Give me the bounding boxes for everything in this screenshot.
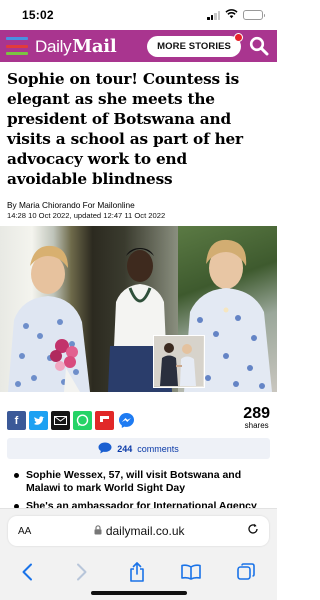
messenger-icon[interactable] xyxy=(117,411,136,430)
cellular-signal-icon xyxy=(207,10,220,20)
daily-mail-logo[interactable]: Daily Mail xyxy=(35,35,117,57)
home-indicator xyxy=(90,591,187,595)
comment-bubble-icon xyxy=(98,442,112,456)
article-headline: Sophie on tour! Countess is elegant as s… xyxy=(7,70,243,188)
article-byline: By Maria Chiorando For Mailonline xyxy=(7,200,135,210)
inset-photo-handshake[interactable] xyxy=(153,335,205,388)
article-dates: 14:28 10 Oct 2022, updated 12:47 11 Oct … xyxy=(7,211,166,220)
lock-icon xyxy=(94,524,102,538)
status-time: 15:02 xyxy=(22,8,54,22)
whatsapp-icon[interactable] xyxy=(73,411,92,430)
reload-icon[interactable] xyxy=(247,522,259,540)
browser-toolbar xyxy=(0,546,277,586)
forward-icon[interactable] xyxy=(71,561,93,583)
facebook-icon[interactable]: f xyxy=(7,411,26,430)
share-count-label: shares xyxy=(244,421,269,430)
share-icons: f xyxy=(7,411,136,430)
address-bar[interactable]: AA dailymail.co.uk xyxy=(8,516,269,546)
share-count: 289 shares xyxy=(243,406,270,430)
browser-bottom-bar: AA dailymail.co.uk xyxy=(0,508,277,600)
menu-button[interactable] xyxy=(5,35,29,57)
reader-settings-button[interactable]: AA xyxy=(18,526,31,537)
comments-label: comments xyxy=(137,443,179,454)
back-icon[interactable] xyxy=(16,561,38,583)
status-bar: 15:02 xyxy=(0,0,277,30)
battery-icon xyxy=(243,10,265,20)
email-icon[interactable] xyxy=(51,411,70,430)
logo-mail: Mail xyxy=(72,35,117,57)
logo-daily: Daily xyxy=(35,36,72,56)
flipboard-icon[interactable] xyxy=(95,411,114,430)
twitter-icon[interactable] xyxy=(29,411,48,430)
share-row: f 289 shares xyxy=(0,392,277,430)
summary-bullet: Sophie Wessex, 57, will visit Botswana a… xyxy=(14,469,269,495)
comments-count: 244 xyxy=(117,443,133,454)
site-header: Daily Mail MORE STORIES xyxy=(0,30,277,62)
share-icon[interactable] xyxy=(126,561,148,583)
wifi-icon xyxy=(225,6,238,24)
more-stories-button[interactable]: MORE STORIES xyxy=(147,32,243,57)
photo-sophie-with-student[interactable] xyxy=(0,226,178,392)
share-count-number: 289 xyxy=(243,405,270,422)
more-stories-label: MORE STORIES xyxy=(157,40,231,52)
url-display[interactable]: dailymail.co.uk xyxy=(94,524,185,538)
comments-link[interactable]: 244 comments xyxy=(7,438,270,459)
status-icons xyxy=(207,6,265,24)
tabs-icon[interactable] xyxy=(235,561,257,583)
search-icon[interactable] xyxy=(247,34,271,58)
article-photo-gallery[interactable] xyxy=(0,226,277,392)
url-text: dailymail.co.uk xyxy=(105,524,185,538)
notification-dot xyxy=(234,32,243,42)
bookmarks-icon[interactable] xyxy=(180,561,202,583)
